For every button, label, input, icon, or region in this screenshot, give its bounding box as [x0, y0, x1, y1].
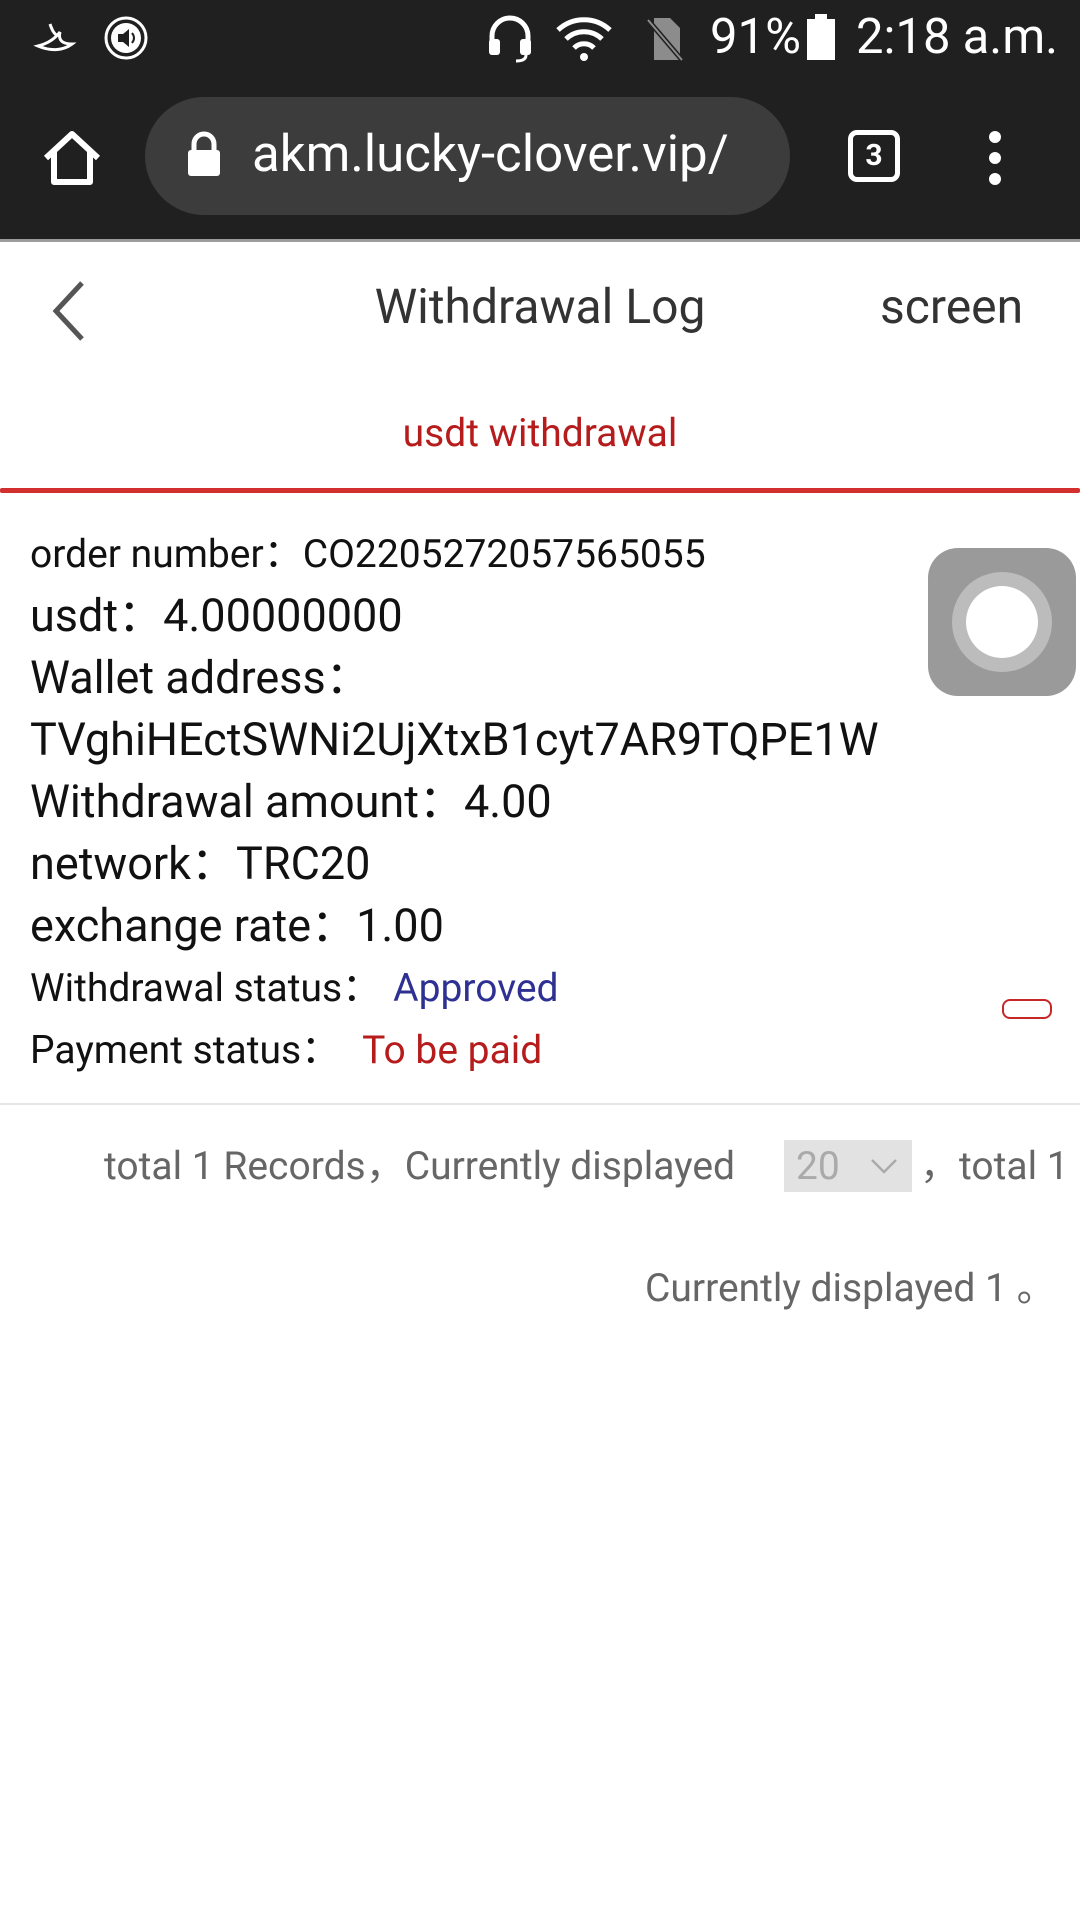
- network-value: TRC20: [235, 837, 371, 890]
- withdrawal-status-label: Withdrawal status：: [30, 965, 382, 1011]
- battery-percent: 91%: [710, 8, 801, 65]
- withdrawal-status-value: Approved: [393, 965, 559, 1011]
- payment-status-label: Payment status：: [30, 1027, 341, 1073]
- withdrawal-amount-label: Withdrawal amount：: [30, 775, 464, 828]
- usdt-row: usdt：4.00000000: [30, 588, 403, 644]
- payment-status-value: To be paid: [362, 1027, 543, 1073]
- pagination-summary: total 1 Records，Currently displayed: [104, 1143, 736, 1189]
- withdrawal-amount-value: 4.00: [463, 775, 552, 828]
- withdrawal-status-row: Withdrawal status： Approved: [30, 960, 559, 1016]
- divider: [0, 1103, 1080, 1105]
- home-icon[interactable]: [40, 128, 104, 188]
- exchange-rate-value: 1.00: [356, 899, 444, 952]
- tab-label: usdt withdrawal: [402, 410, 678, 456]
- screen-filter-button[interactable]: screen: [880, 275, 1023, 339]
- lock-icon: [188, 131, 220, 176]
- tab-active-indicator: [0, 488, 1080, 493]
- order-number-value: CO2205272057565055: [302, 531, 706, 577]
- order-number-label: order number：: [30, 531, 303, 577]
- chevron-down-icon: [871, 1159, 897, 1174]
- pagination-current: Currently displayed 1 。: [645, 1265, 1056, 1311]
- bird-notification-icon: [33, 23, 77, 52]
- usdt-value: 4.00000000: [163, 589, 403, 642]
- usdt-label: usdt：: [30, 589, 164, 642]
- tab-count: 3: [865, 138, 883, 173]
- order-number-row: order number：CO2205272057565055: [30, 526, 706, 582]
- toolbar-divider: [0, 239, 1080, 242]
- wallet-address-label: Wallet address：: [30, 651, 371, 704]
- network-label: network：: [30, 837, 236, 890]
- headset-icon: [489, 15, 531, 63]
- url-text[interactable]: akm.lucky-clover.vip/: [252, 122, 729, 188]
- assistive-touch-button[interactable]: [928, 548, 1076, 696]
- pagination-total: ，total 1: [920, 1143, 1069, 1189]
- page-size-select[interactable]: 20: [784, 1140, 912, 1192]
- more-options-icon[interactable]: [982, 128, 1008, 188]
- withdrawal-amount-row: Withdrawal amount：4.00: [30, 774, 552, 830]
- clock: 2:18 a.m.: [856, 8, 1059, 65]
- wifi-icon: [556, 17, 612, 61]
- wallet-address-value: TVghiHEctSWNi2UjXtxB1cyt7AR9TQPE1W: [30, 713, 879, 766]
- payment-status-row: Payment status： To be paid: [30, 1022, 542, 1078]
- action-pill-button[interactable]: [1002, 999, 1052, 1019]
- page-size-value: 20: [796, 1143, 840, 1189]
- tab-switcher-button[interactable]: 3: [848, 130, 900, 182]
- exchange-rate-row: exchange rate：1.00: [30, 898, 444, 954]
- no-sim-icon: [646, 18, 684, 62]
- battery-icon: [807, 14, 835, 60]
- speaker-notification-icon: [104, 16, 148, 60]
- exchange-rate-label: exchange rate：: [30, 899, 357, 952]
- network-row: network：TRC20: [30, 836, 370, 892]
